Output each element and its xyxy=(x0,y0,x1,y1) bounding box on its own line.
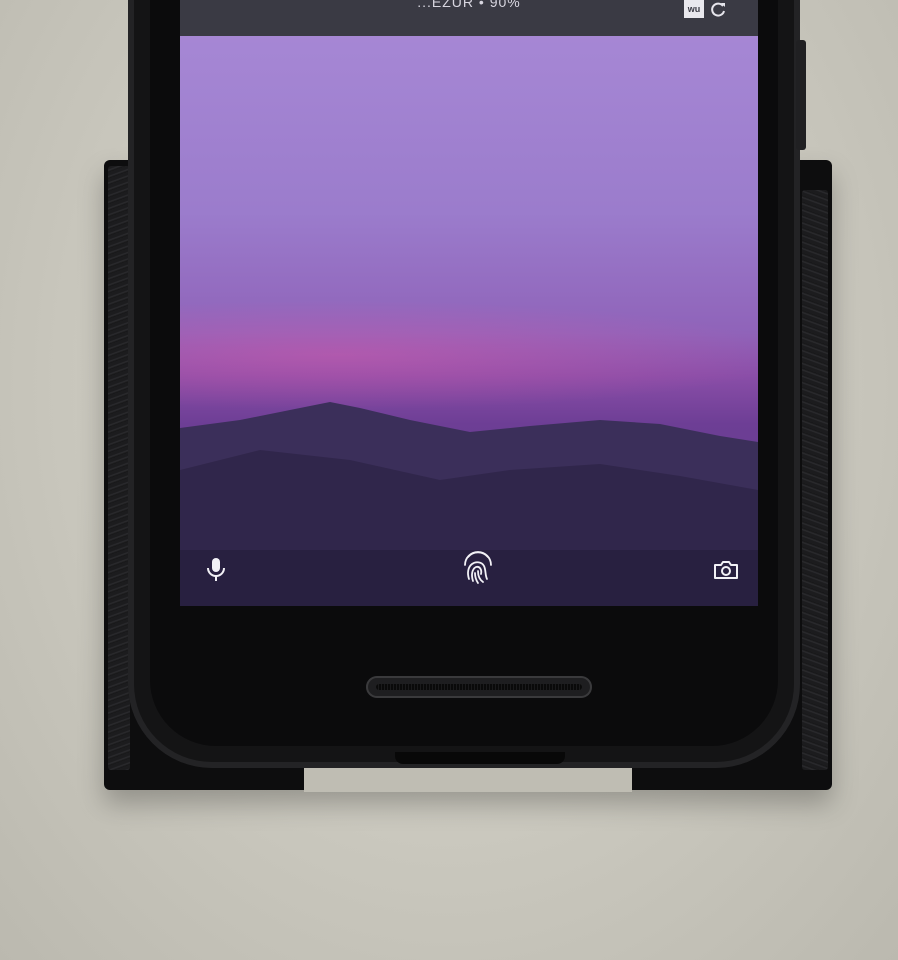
microphone-icon xyxy=(207,558,225,581)
photo-scene: ...EZUR • 90% wu xyxy=(0,0,898,960)
lock-screen: ...EZUR • 90% wu xyxy=(180,0,758,606)
fingerprint-unlock[interactable] xyxy=(456,545,500,589)
camera-icon xyxy=(714,561,738,579)
weather-app-badge: wu xyxy=(684,0,704,18)
refresh-icon xyxy=(708,0,728,20)
camera-shortcut-button[interactable] xyxy=(704,548,748,592)
status-text: ...EZUR • 90% xyxy=(417,0,521,10)
holder-right-rim xyxy=(802,190,828,770)
voice-assist-button[interactable] xyxy=(194,548,238,592)
front-speaker-grille xyxy=(366,676,592,698)
fingerprint-icon xyxy=(464,551,492,584)
phone-side-button xyxy=(796,40,806,150)
holder-left-rim xyxy=(108,166,130,770)
status-bar: ...EZUR • 90% wu xyxy=(180,0,758,36)
holder-bottom-notch xyxy=(304,768,632,792)
phone-bottom-port xyxy=(395,752,565,764)
